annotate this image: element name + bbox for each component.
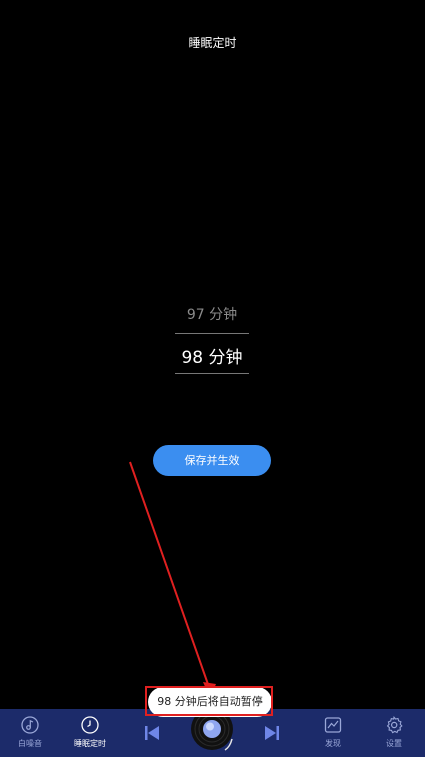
- clock-icon: [81, 716, 99, 734]
- picker-selected-value[interactable]: 98 分钟: [175, 343, 249, 368]
- tab-white-noise[interactable]: 白噪音: [0, 709, 60, 757]
- gear-icon: [386, 716, 403, 734]
- save-and-apply-button[interactable]: 保存并生效: [153, 445, 271, 476]
- tab-label: 睡眠定时: [74, 739, 106, 748]
- picker-previous-value[interactable]: 97 分钟: [175, 304, 249, 324]
- picker-divider-top: [175, 333, 249, 334]
- tab-discover[interactable]: 发现: [303, 709, 363, 757]
- music-note-icon: [21, 716, 39, 734]
- minute-picker[interactable]: 97 分钟 98 分钟: [175, 296, 249, 376]
- tab-label: 白噪音: [18, 739, 42, 748]
- page-title: 睡眠定时: [188, 36, 237, 50]
- tab-label: 设置: [386, 739, 402, 748]
- skip-previous-icon[interactable]: [142, 723, 162, 743]
- tab-label: 发现: [325, 739, 341, 748]
- skip-next-icon[interactable]: [262, 723, 282, 743]
- picker-divider-bottom: [175, 373, 249, 374]
- annotation-highlight-box: [145, 686, 273, 716]
- tab-sleep-timer[interactable]: 睡眠定时: [60, 709, 120, 757]
- annotation-arrow: [129, 461, 216, 698]
- chart-icon: [324, 717, 342, 733]
- tab-settings[interactable]: 设置: [364, 709, 424, 757]
